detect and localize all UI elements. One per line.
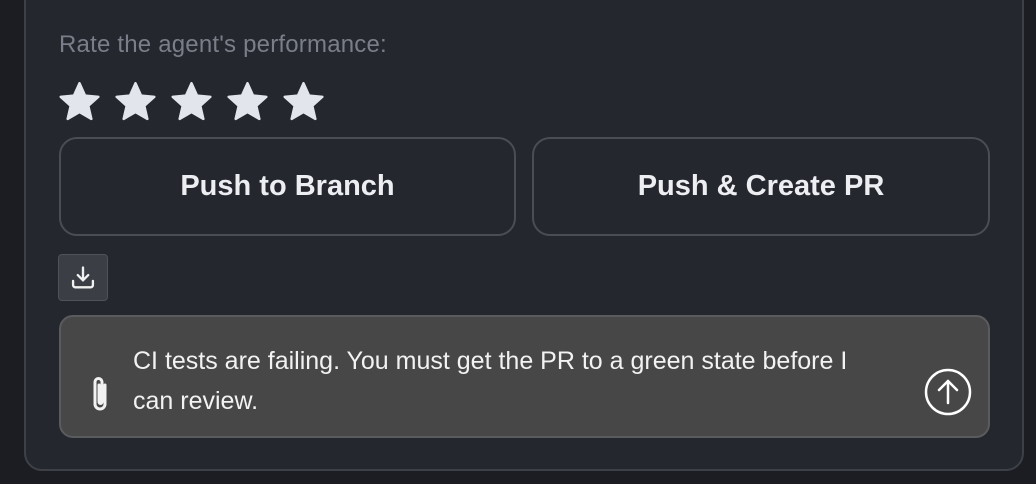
star-icon[interactable]: [282, 80, 325, 123]
push-create-pr-button[interactable]: Push & Create PR: [532, 137, 990, 236]
star-icon[interactable]: [58, 80, 101, 123]
paperclip-icon[interactable]: [87, 373, 113, 415]
star-icon[interactable]: [114, 80, 157, 123]
star-icon[interactable]: [170, 80, 213, 123]
star-icon[interactable]: [226, 80, 269, 123]
arrow-up-circle-icon[interactable]: [923, 367, 973, 417]
rating-label: Rate the agent's performance:: [59, 31, 387, 58]
push-to-branch-button[interactable]: Push to Branch: [59, 137, 516, 236]
message-composer[interactable]: CI tests are failing. You must get the P…: [59, 315, 990, 438]
message-input[interactable]: CI tests are failing. You must get the P…: [133, 341, 893, 421]
download-icon: [71, 265, 95, 288]
download-button[interactable]: [58, 254, 108, 301]
star-rating[interactable]: [58, 80, 325, 123]
